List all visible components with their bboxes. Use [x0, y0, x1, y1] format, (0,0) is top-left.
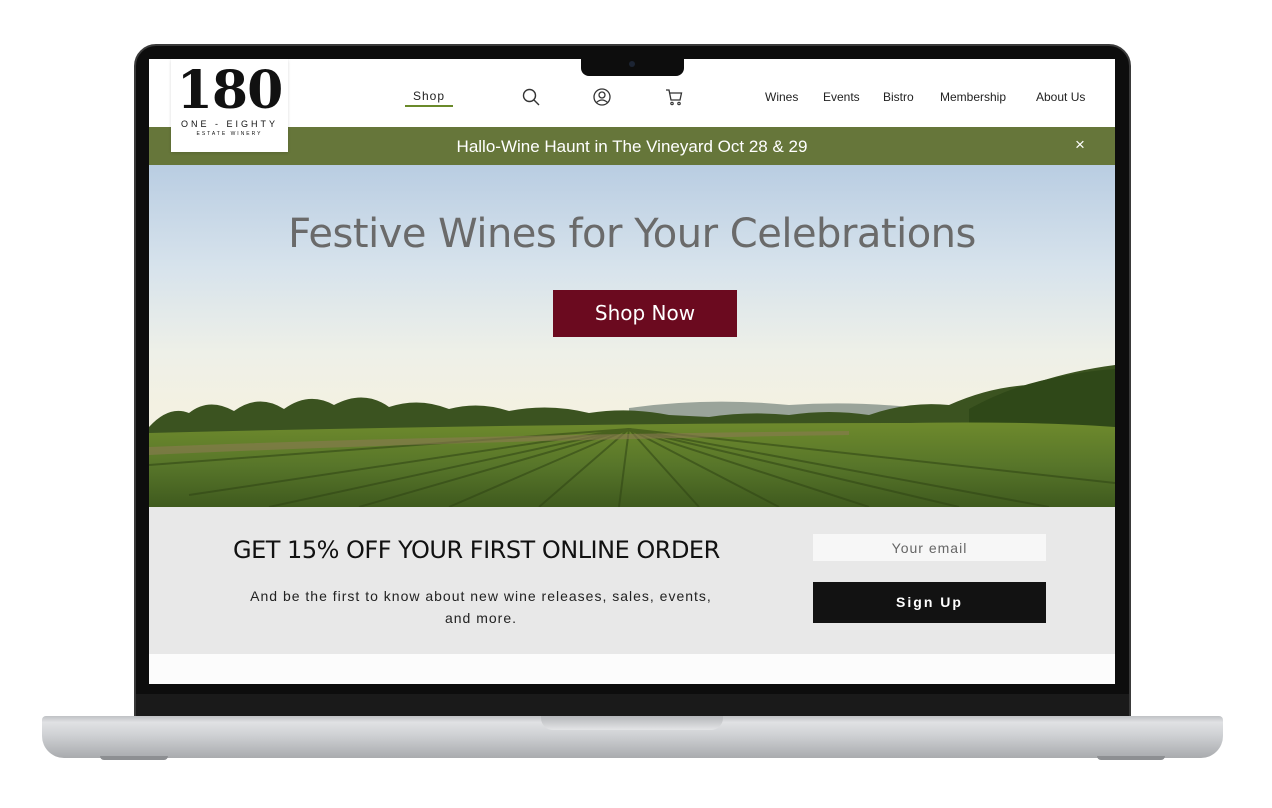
newsletter-signup: GET 15% OFF YOUR FIRST ONLINE ORDER And …	[149, 507, 1115, 654]
site-logo[interactable]: 180 ONE - EIGHTY ESTATE WINERY	[171, 59, 288, 152]
laptop-opening-notch	[541, 716, 723, 730]
hero-title: Festive Wines for Your Celebrations	[288, 211, 976, 257]
logo-tagline: ESTATE WINERY	[196, 131, 263, 137]
cart-icon[interactable]	[664, 87, 684, 107]
laptop-foot-right	[1097, 756, 1165, 760]
shop-now-button[interactable]: Shop Now	[553, 290, 737, 337]
email-field[interactable]	[813, 534, 1046, 561]
browser-viewport: 180 ONE - EIGHTY ESTATE WINERY Shop Wine…	[149, 59, 1115, 684]
signup-description: And be the first to know about new wine …	[250, 588, 712, 626]
page-content-below	[149, 654, 1115, 684]
camera-notch	[581, 58, 684, 76]
hero-banner: Festive Wines for Your Celebrations Shop…	[149, 165, 1115, 507]
logo-number: 180	[176, 60, 284, 121]
logo-name: ONE - EIGHTY	[180, 119, 278, 129]
camera-icon	[629, 61, 635, 67]
search-icon[interactable]	[521, 87, 541, 107]
nav-link-about-us[interactable]: About Us	[1036, 90, 1085, 104]
announcement-bar: Hallo-Wine Haunt in The Vineyard Oct 28 …	[149, 127, 1115, 165]
laptop-foot-left	[100, 756, 168, 760]
signup-title: GET 15% OFF YOUR FIRST ONLINE ORDER	[233, 536, 720, 564]
nav-link-membership[interactable]: Membership	[940, 90, 1006, 104]
nav-link-bistro[interactable]: Bistro	[883, 90, 914, 104]
account-icon[interactable]	[592, 87, 612, 107]
nav-shop[interactable]: Shop	[405, 89, 453, 107]
nav-link-wines[interactable]: Wines	[765, 90, 798, 104]
close-icon[interactable]: ×	[1075, 135, 1085, 155]
nav-link-events[interactable]: Events	[823, 90, 860, 104]
laptop-chin	[136, 694, 1129, 718]
laptop-mockup: 180 ONE - EIGHTY ESTATE WINERY Shop Wine…	[0, 0, 1272, 808]
announcement-text[interactable]: Hallo-Wine Haunt in The Vineyard Oct 28 …	[149, 137, 1115, 157]
sign-up-button[interactable]: Sign Up	[813, 582, 1046, 623]
